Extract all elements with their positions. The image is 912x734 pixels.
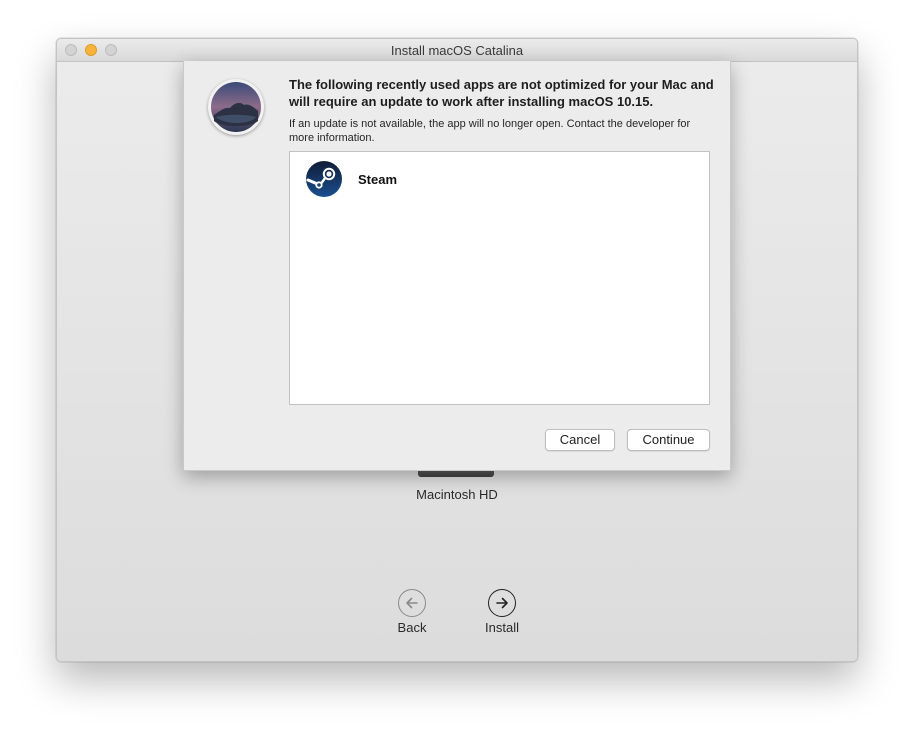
title-bar[interactable]: Install macOS Catalina bbox=[57, 39, 857, 62]
steam-icon bbox=[306, 161, 342, 197]
cancel-button[interactable]: Cancel bbox=[545, 429, 615, 451]
arrow-left-icon bbox=[398, 589, 426, 617]
arrow-right-icon bbox=[488, 589, 516, 617]
compatibility-sheet: The following recently used apps are not… bbox=[183, 61, 731, 471]
installer-window: Install macOS Catalina Macintosh HD Back… bbox=[56, 38, 858, 662]
list-item[interactable]: Steam bbox=[306, 161, 397, 197]
dialog-subtext: If an update is not available, the app w… bbox=[289, 118, 691, 144]
back-button[interactable]: Back bbox=[382, 589, 442, 635]
disk-label: Macintosh HD bbox=[416, 487, 498, 502]
continue-button[interactable]: Continue bbox=[627, 429, 710, 451]
dialog-headline: The following recently used apps are not… bbox=[289, 77, 714, 109]
incompatible-app-list[interactable]: Steam bbox=[289, 151, 710, 405]
macos-catalina-icon bbox=[208, 79, 264, 135]
window-title: Install macOS Catalina bbox=[390, 43, 524, 58]
install-button[interactable]: Install bbox=[472, 589, 532, 635]
app-name: Steam bbox=[358, 171, 398, 187]
install-label: Install bbox=[485, 620, 519, 635]
back-label: Back bbox=[397, 620, 427, 635]
